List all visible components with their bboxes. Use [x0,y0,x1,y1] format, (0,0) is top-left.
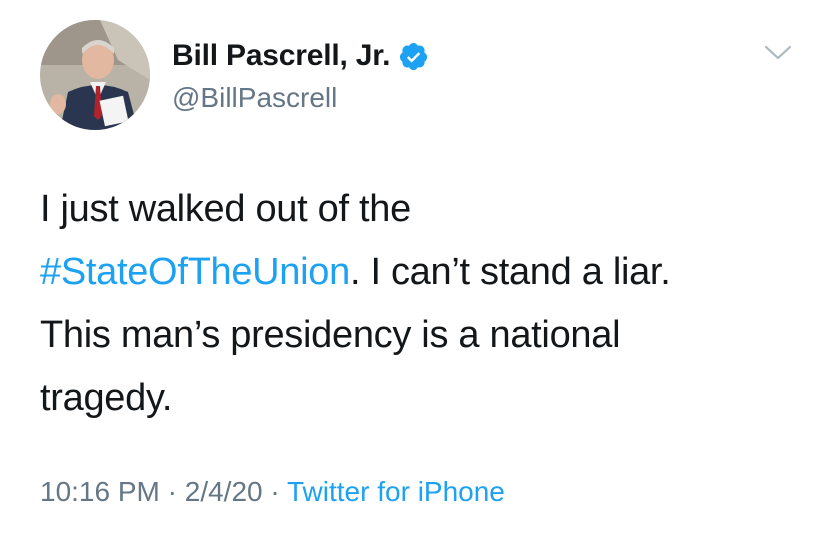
display-name[interactable]: Bill Pascrell, Jr. [172,39,390,73]
tweet-date[interactable]: 2/4/20 [185,476,263,507]
user-handle[interactable]: @BillPascrell [172,82,429,114]
chevron-down-icon[interactable] [762,42,794,64]
tweet-text: I just walked out of the #StateOfTheUnio… [40,178,800,430]
tweet-line-2: #StateOfTheUnion. I can’t stand a liar. [40,241,800,304]
tweet-card: Bill Pascrell, Jr. @BillPascrell I just … [0,0,827,533]
tweet-metadata: 10:16 PM · 2/4/20 · Twitter for iPhone [40,476,505,508]
tweet-source-link[interactable]: Twitter for iPhone [287,476,505,507]
verified-badge-icon [398,41,429,72]
tweet-line-2-rest: . I can’t stand a liar. [349,251,671,293]
tweet-line-4: tragedy. [40,377,173,419]
author-info: Bill Pascrell, Jr. @BillPascrell [172,36,429,114]
meta-separator: · [262,476,287,507]
tweet-line-1: I just walked out of the [40,188,411,230]
avatar[interactable] [40,20,150,130]
tweet-line-3: This man’s presidency is a national [40,314,621,356]
hashtag-link[interactable]: #StateOfTheUnion [40,251,350,293]
tweet-time[interactable]: 10:16 PM [40,476,160,507]
meta-separator: · [159,476,185,507]
name-row: Bill Pascrell, Jr. [172,36,429,76]
